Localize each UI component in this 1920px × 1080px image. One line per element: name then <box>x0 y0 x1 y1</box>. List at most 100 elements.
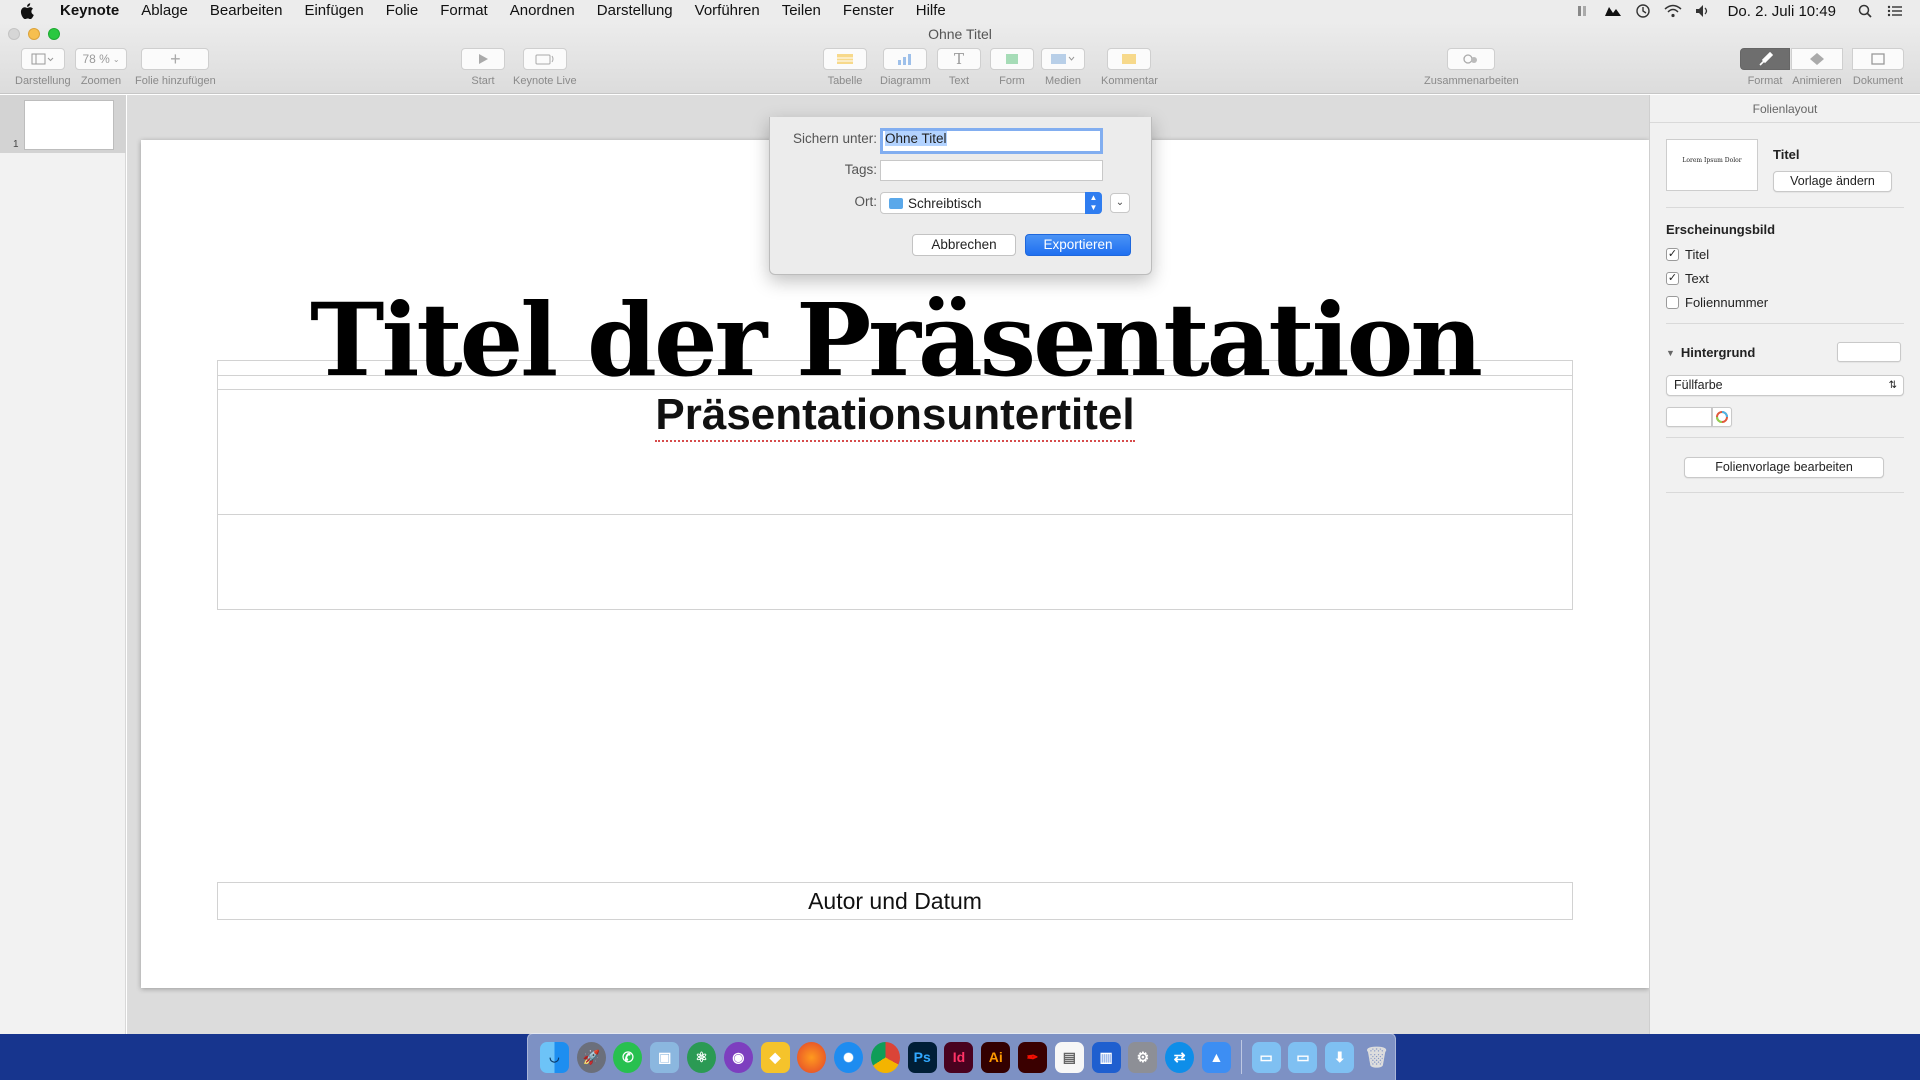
time-machine-icon[interactable] <box>1632 0 1654 22</box>
checkbox-titel[interactable]: ✓ <box>1666 248 1679 261</box>
toolbar-diagramm[interactable]: Diagramm <box>880 48 931 87</box>
firefox-icon[interactable] <box>797 1041 827 1073</box>
slide-thumbnail[interactable] <box>24 100 114 150</box>
save-as-value: Ohne Titel <box>885 131 947 146</box>
menu-teilen[interactable]: Teilen <box>771 0 832 22</box>
menu-clock[interactable]: Do. 2. Juli 10:49 <box>1728 3 1836 20</box>
location-select[interactable]: Schreibtisch ▲ ▼ <box>880 192 1102 214</box>
slide-thumbnail-row[interactable]: 1 <box>0 95 126 153</box>
acrobat-icon[interactable]: ✒ <box>1018 1041 1048 1073</box>
whatsapp-icon[interactable]: ✆ <box>613 1041 643 1073</box>
fill-color-well[interactable] <box>1666 407 1712 427</box>
github-desktop-icon[interactable]: ◉ <box>723 1041 753 1073</box>
preview-icon[interactable]: ▣ <box>650 1041 680 1073</box>
photoshop-icon[interactable]: Ps <box>907 1041 937 1073</box>
toolbar-zusammenarbeiten[interactable]: Zusammenarbeiten <box>1424 48 1519 87</box>
checkbox-foliennummer[interactable] <box>1666 296 1679 309</box>
option-text[interactable]: ✓ Text <box>1666 271 1709 286</box>
toolbar-keynote-live[interactable]: Keynote Live <box>513 48 577 87</box>
menu-format[interactable]: Format <box>429 0 499 22</box>
menu-darstellung[interactable]: Darstellung <box>586 0 684 22</box>
menu-bearbeiten[interactable]: Bearbeiten <box>199 0 294 22</box>
save-as-label: Sichern unter: <box>792 131 877 146</box>
menu-bar: Keynote Ablage Bearbeiten Einfügen Folie… <box>0 0 1920 22</box>
chrome-icon[interactable] <box>870 1041 900 1073</box>
toolbar-folie-hinzufuegen[interactable]: + Folie hinzufügen <box>135 48 216 87</box>
export-button[interactable]: Exportieren <box>1025 234 1131 256</box>
documents-folder-icon[interactable]: ▭ <box>1288 1041 1318 1073</box>
toolbar-format-tab[interactable]: Format <box>1740 48 1790 87</box>
finder-icon[interactable]: ◡ <box>539 1041 569 1073</box>
divider <box>1666 437 1904 438</box>
safari-icon[interactable] <box>834 1041 864 1073</box>
option-titel[interactable]: ✓ Titel <box>1666 247 1709 262</box>
toolbar-dokument-label: Dokument <box>1852 75 1904 87</box>
toolbar-tabelle-label: Tabelle <box>827 75 863 87</box>
expand-dialog-button[interactable]: ⌄ <box>1110 193 1130 213</box>
layout-thumbnail[interactable]: Lorem Ipsum Dolor <box>1666 139 1758 191</box>
toolbar-text[interactable]: T Text <box>937 48 981 87</box>
toolbar-medien[interactable]: Medien <box>1041 48 1085 87</box>
menu-folie[interactable]: Folie <box>375 0 430 22</box>
downloads-folder-icon[interactable]: ⬇ <box>1325 1041 1355 1073</box>
toolbar-kommentar[interactable]: Kommentar <box>1101 48 1158 87</box>
textedit-icon[interactable]: ▤ <box>1054 1041 1084 1073</box>
option-titel-label: Titel <box>1685 247 1710 262</box>
system-preferences-icon[interactable]: ⚙ <box>1128 1041 1158 1073</box>
toolbar-darstellung[interactable]: Darstellung <box>15 48 71 87</box>
checkbox-text[interactable]: ✓ <box>1666 272 1679 285</box>
toolbar-start[interactable]: Start <box>461 48 505 87</box>
atom-icon[interactable]: ⚛ <box>687 1041 717 1073</box>
up-down-arrows-icon: ⇅ <box>1888 380 1897 391</box>
menu-app-keynote[interactable]: Keynote <box>52 0 130 22</box>
background-section-toggle[interactable]: ▼ Hintergrund <box>1666 345 1755 360</box>
indesign-icon[interactable]: Id <box>944 1041 974 1073</box>
menu-hilfe[interactable]: Hilfe <box>905 0 957 22</box>
toolbar-tabelle[interactable]: Tabelle <box>823 48 867 87</box>
edit-master-button[interactable]: Folienvorlage bearbeiten <box>1684 457 1884 478</box>
toolbar-medien-label: Medien <box>1044 75 1082 87</box>
slide-navigator: 1 <box>0 95 126 1034</box>
menu-einfuegen[interactable]: Einfügen <box>293 0 374 22</box>
shape-icon <box>990 48 1034 70</box>
toolbar-zoomen[interactable]: 78 % ⌄ Zoomen <box>75 48 127 87</box>
save-as-field[interactable]: Ohne Titel <box>880 128 1103 154</box>
launchpad-icon[interactable]: 🚀 <box>576 1041 606 1073</box>
fill-type-select[interactable]: Füllfarbe ⇅ <box>1666 375 1904 396</box>
play-icon <box>461 48 505 70</box>
menu-fenster[interactable]: Fenster <box>832 0 905 22</box>
cyberduck-icon[interactable]: ◆ <box>760 1041 790 1073</box>
teamviewer-icon[interactable]: ⇄ <box>1165 1041 1195 1073</box>
keynote-icon[interactable]: ▲ <box>1201 1041 1231 1073</box>
toolbar-dokument-tab[interactable]: Dokument <box>1852 48 1904 87</box>
toolbar-form[interactable]: Form <box>990 48 1034 87</box>
menu-ablage[interactable]: Ablage <box>130 0 199 22</box>
apple-menu-icon[interactable] <box>16 0 38 22</box>
illustrator-icon[interactable]: Ai <box>981 1041 1011 1073</box>
toolbar-animieren-tab[interactable]: Animieren <box>1791 48 1843 87</box>
slide-author-date[interactable]: Autor und Datum <box>217 882 1573 920</box>
color-wheel-icon[interactable] <box>1712 407 1732 427</box>
menu-extras-icon[interactable] <box>1572 0 1594 22</box>
menu-anordnen[interactable]: Anordnen <box>499 0 586 22</box>
screenshots-folder-icon[interactable]: ▭ <box>1251 1041 1281 1073</box>
spotlight-search-icon[interactable] <box>1854 0 1876 22</box>
slide-title[interactable]: Titel der Präsentation <box>141 280 1649 400</box>
menu-vorfuehren[interactable]: Vorführen <box>684 0 771 22</box>
toolbar-keynote-live-label: Keynote Live <box>513 75 577 87</box>
tags-field[interactable] <box>880 160 1103 181</box>
volume-icon[interactable] <box>1692 0 1714 22</box>
wifi-icon[interactable] <box>1662 0 1684 22</box>
option-foliennummer[interactable]: Foliennummer <box>1666 295 1768 310</box>
keynote-document-icon[interactable]: ▥ <box>1091 1041 1121 1073</box>
cancel-button[interactable]: Abbrechen <box>912 234 1016 256</box>
trash-icon[interactable]: 🗑 <box>1362 1042 1391 1073</box>
plus-icon: + <box>141 48 210 70</box>
change-master-button[interactable]: Vorlage ändern <box>1773 171 1892 192</box>
slide-subtitle-text: Präsentationsuntertitel <box>655 390 1135 442</box>
layout-thumbnail-text: Lorem Ipsum Dolor <box>1682 157 1742 164</box>
slide-subtitle[interactable]: Präsentationsuntertitel <box>141 387 1649 443</box>
notification-center-icon[interactable] <box>1884 0 1906 22</box>
creative-cloud-icon[interactable] <box>1602 0 1624 22</box>
background-color-well[interactable] <box>1837 342 1901 362</box>
